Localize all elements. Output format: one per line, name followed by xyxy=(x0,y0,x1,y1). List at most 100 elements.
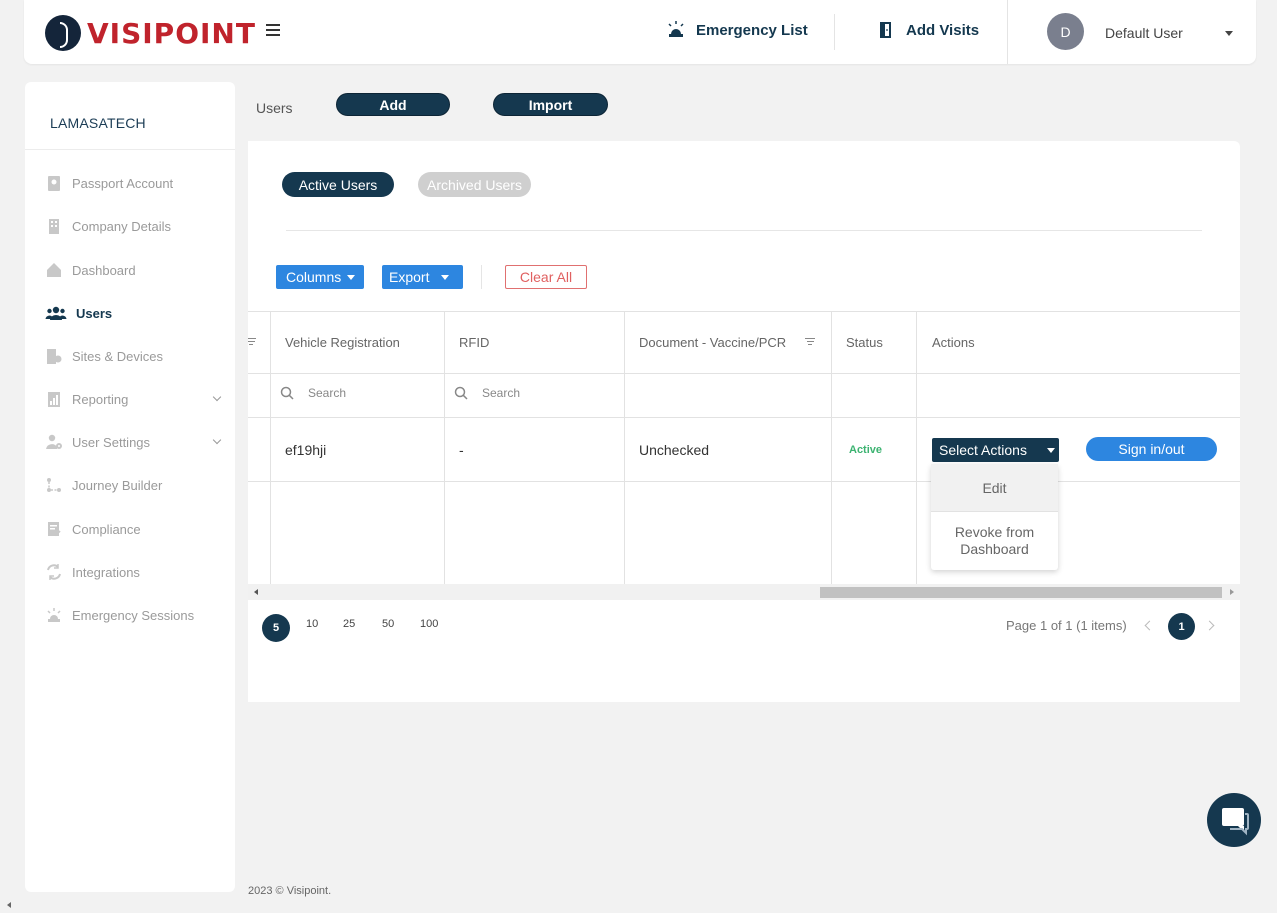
table-border xyxy=(831,311,832,584)
column-header-document[interactable]: Document - Vaccine/PCR xyxy=(639,335,786,350)
top-header: VISIPOINT Emergency List Add Visits D De… xyxy=(24,0,1256,64)
table-border xyxy=(248,373,1240,374)
sidebar-item-users[interactable]: Users xyxy=(45,304,220,322)
sidebar-item-label: Emergency Sessions xyxy=(72,607,195,623)
menu-item-revoke[interactable]: Revoke from Dashboard xyxy=(931,524,1058,558)
table-border xyxy=(248,481,1240,482)
integrations-icon xyxy=(47,564,61,580)
tab-active-users[interactable]: Active Users xyxy=(282,172,394,197)
caret-down-icon xyxy=(441,274,450,280)
hamburger-menu-icon[interactable] xyxy=(266,24,280,38)
user-menu-caret-icon[interactable] xyxy=(1225,31,1233,36)
chat-icon xyxy=(1222,808,1249,836)
sidebar-item-label: Passport Account xyxy=(72,175,174,191)
passport-icon xyxy=(48,176,60,191)
home-icon xyxy=(47,263,61,277)
prev-page-icon[interactable] xyxy=(1144,620,1155,631)
table-border xyxy=(248,311,1240,312)
page-number-current[interactable]: 1 xyxy=(1168,613,1195,640)
search-input[interactable]: Search xyxy=(454,386,520,400)
search-placeholder: Search xyxy=(308,386,347,400)
avatar[interactable]: D xyxy=(1047,13,1084,50)
add-visits-label: Add Visits xyxy=(906,21,980,39)
tab-archived-users[interactable]: Archived Users xyxy=(418,172,531,197)
sidebar-item-label: Compliance xyxy=(72,521,141,537)
sidebar-item-label: Company Details xyxy=(72,218,171,234)
clear-all-button[interactable]: Clear All xyxy=(505,265,587,289)
filter-icon[interactable] xyxy=(805,338,815,346)
sidebar-item-label: Reporting xyxy=(72,391,129,407)
chevron-down-icon xyxy=(212,435,222,445)
journey-icon xyxy=(47,478,61,492)
emergency-list-label: Emergency List xyxy=(696,21,808,39)
sidebar-item-sites-devices[interactable]: Sites & Devices xyxy=(45,347,220,365)
sidebar-item-passport-account[interactable]: Passport Account xyxy=(45,174,220,192)
sidebar-item-journey-builder[interactable]: Journey Builder xyxy=(45,476,220,494)
table-border xyxy=(270,311,271,584)
column-header-status[interactable]: Status xyxy=(846,335,883,350)
columns-button[interactable]: Columns xyxy=(276,265,364,289)
add-visits-link[interactable]: Add Visits xyxy=(876,20,979,40)
column-header-vehicle-registration[interactable]: Vehicle Registration xyxy=(285,335,400,350)
users-panel: Active Users Archived Users Columns Expo… xyxy=(248,141,1240,702)
sidebar-item-dashboard[interactable]: Dashboard xyxy=(45,261,220,279)
panel-divider xyxy=(286,230,1202,231)
sign-in-out-button[interactable]: Sign in/out xyxy=(1086,437,1217,461)
scroll-right-icon[interactable] xyxy=(1230,589,1234,595)
page-size-5[interactable]: 5 xyxy=(262,614,290,642)
user-name[interactable]: Default User xyxy=(1105,25,1183,41)
add-button[interactable]: Add xyxy=(336,93,450,116)
caret-down-icon xyxy=(347,274,356,280)
sidebar-item-company-details[interactable]: Company Details xyxy=(45,217,220,235)
menu-item-edit[interactable]: Edit xyxy=(931,464,1058,512)
caret-down-icon xyxy=(1047,448,1055,453)
page-size-25[interactable]: 25 xyxy=(343,618,355,630)
logo-mark-icon xyxy=(45,15,81,51)
page-scroll-left-icon[interactable] xyxy=(7,902,11,908)
table-border xyxy=(444,311,445,584)
column-header-rfid[interactable]: RFID xyxy=(459,335,489,350)
sites-icon xyxy=(47,349,62,364)
sidebar-item-reporting[interactable]: Reporting xyxy=(45,390,222,408)
user-settings-icon xyxy=(46,434,62,449)
header-divider xyxy=(1007,0,1008,64)
horizontal-scrollbar[interactable] xyxy=(248,584,1240,600)
sidebar-item-user-settings[interactable]: User Settings xyxy=(45,433,222,451)
page-title: Users xyxy=(256,100,293,116)
door-icon xyxy=(880,22,891,38)
page-size-10[interactable]: 10 xyxy=(306,618,318,630)
siren-icon xyxy=(47,608,61,622)
scroll-left-icon[interactable] xyxy=(254,589,258,595)
toolbar-divider xyxy=(481,265,482,289)
search-input[interactable]: Search xyxy=(280,386,346,400)
siren-icon xyxy=(668,21,684,37)
sidebar-item-compliance[interactable]: Compliance xyxy=(45,520,220,538)
scrollbar-thumb[interactable] xyxy=(820,587,1222,598)
chevron-down-icon xyxy=(212,392,222,402)
status-badge: Active xyxy=(849,444,883,456)
columns-label: Columns xyxy=(286,269,342,285)
users-icon xyxy=(45,306,67,320)
sidebar-item-label: Sites & Devices xyxy=(72,348,164,364)
visipoint-logo[interactable]: VISIPOINT xyxy=(45,14,256,52)
page-size-50[interactable]: 50 xyxy=(382,618,394,630)
export-button[interactable]: Export xyxy=(382,265,463,289)
cell-document: Unchecked xyxy=(639,442,710,458)
pagination-info: Page 1 of 1 (1 items) xyxy=(1006,618,1127,633)
select-actions-label: Select Actions xyxy=(939,442,1027,458)
sidebar-item-label: Integrations xyxy=(72,564,140,580)
filter-icon[interactable] xyxy=(248,338,256,346)
header-divider xyxy=(834,14,835,50)
page-size-100[interactable]: 100 xyxy=(420,618,438,630)
import-button[interactable]: Import xyxy=(493,93,608,116)
table-border xyxy=(916,311,917,584)
emergency-list-link[interactable]: Emergency List xyxy=(666,20,808,40)
export-label: Export xyxy=(389,269,430,285)
sidebar-item-emergency-sessions[interactable]: Emergency Sessions xyxy=(45,606,220,624)
sidebar-item-integrations[interactable]: Integrations xyxy=(45,563,220,581)
company-name: LAMASATECH xyxy=(50,115,146,131)
next-page-icon[interactable] xyxy=(1204,620,1215,631)
cell-rfid: - xyxy=(459,442,464,458)
select-actions-dropdown[interactable]: Select Actions xyxy=(932,438,1059,462)
chat-button[interactable] xyxy=(1207,793,1261,847)
